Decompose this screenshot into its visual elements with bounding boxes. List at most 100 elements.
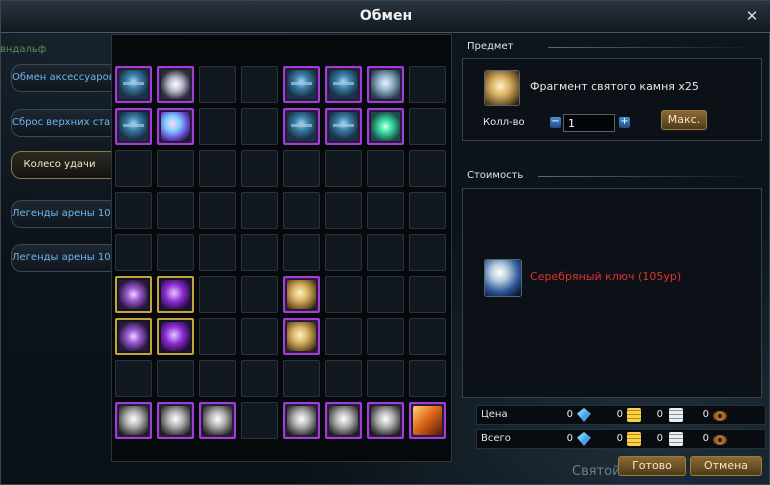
grid-slot[interactable] <box>283 192 320 229</box>
grid-slot[interactable] <box>115 66 152 103</box>
grid-slot[interactable] <box>199 318 236 355</box>
tab-reset-top-stats[interactable]: Сброс верхних статов <box>11 109 111 137</box>
grid-slot[interactable] <box>241 150 278 187</box>
holy-stone-fragment-icon <box>287 280 316 309</box>
grid-slot[interactable] <box>409 276 446 313</box>
holy-stone-fragment-icon[interactable] <box>484 70 520 106</box>
grid-slot[interactable] <box>115 360 152 397</box>
grid-slot[interactable] <box>283 66 320 103</box>
background-player-name: вндальф <box>0 44 47 55</box>
grid-slot[interactable] <box>157 150 194 187</box>
copper-coin-icon <box>713 411 727 421</box>
grid-slot[interactable] <box>241 360 278 397</box>
tab-arena-legends-100[interactable]: Легенды арены 100ур <box>11 200 111 228</box>
grid-slot[interactable] <box>115 402 152 439</box>
grid-slot[interactable] <box>199 192 236 229</box>
cancel-button[interactable]: Отмена <box>690 456 762 476</box>
grid-slot[interactable] <box>367 318 404 355</box>
grid-slot[interactable] <box>241 192 278 229</box>
max-quantity-button[interactable]: Макс. <box>661 110 707 130</box>
grid-slot[interactable] <box>157 66 194 103</box>
grid-slot[interactable] <box>283 108 320 145</box>
grid-slot[interactable] <box>325 66 362 103</box>
grid-slot[interactable] <box>199 234 236 271</box>
grid-slot[interactable] <box>409 108 446 145</box>
grid-slot[interactable] <box>367 402 404 439</box>
grid-slot[interactable] <box>157 276 194 313</box>
done-button[interactable]: Готово <box>618 456 686 476</box>
grid-slot[interactable] <box>283 360 320 397</box>
grid-slot[interactable] <box>325 360 362 397</box>
grid-slot[interactable] <box>283 276 320 313</box>
price-copper-value: 0 <box>702 409 709 420</box>
grid-slot[interactable] <box>325 318 362 355</box>
grid-slot[interactable] <box>241 318 278 355</box>
grid-slot[interactable] <box>115 192 152 229</box>
grid-slot[interactable] <box>157 192 194 229</box>
grid-slot[interactable] <box>115 234 152 271</box>
grid-slot[interactable] <box>367 360 404 397</box>
grid-slot[interactable] <box>283 234 320 271</box>
tab-accessory-exchange[interactable]: Обмен аксессуаров <box>11 64 111 92</box>
grid-slot[interactable] <box>367 192 404 229</box>
tab-wheel-of-fortune[interactable]: Колесо удачи <box>11 151 111 179</box>
grid-slot[interactable] <box>367 108 404 145</box>
grid-slot[interactable] <box>283 318 320 355</box>
grid-slot[interactable] <box>115 108 152 145</box>
total-label: Всего <box>481 433 511 444</box>
grid-slot[interactable] <box>409 66 446 103</box>
grid-slot[interactable] <box>157 108 194 145</box>
seal-icon <box>119 322 148 351</box>
grid-slot[interactable] <box>409 234 446 271</box>
grid-slot[interactable] <box>157 360 194 397</box>
tab-label: Обмен аксессуаров <box>12 72 111 83</box>
grid-slot[interactable] <box>409 402 446 439</box>
grid-slot[interactable] <box>157 234 194 271</box>
grid-slot[interactable] <box>325 276 362 313</box>
grid-slot[interactable] <box>241 108 278 145</box>
grid-slot[interactable] <box>199 360 236 397</box>
grid-slot[interactable] <box>367 150 404 187</box>
grid-slot[interactable] <box>367 234 404 271</box>
grid-slot[interactable] <box>241 276 278 313</box>
quantity-minus-button[interactable]: − <box>550 117 561 128</box>
diamond-icon <box>577 432 591 446</box>
grid-slot[interactable] <box>325 234 362 271</box>
grid-slot[interactable] <box>367 66 404 103</box>
purple-orb-icon <box>161 280 190 309</box>
grid-slot[interactable] <box>409 192 446 229</box>
title-bar[interactable]: Обмен ✕ <box>1 1 770 33</box>
grid-slot[interactable] <box>241 66 278 103</box>
grid-slot[interactable] <box>409 318 446 355</box>
tab-arena-legends-105[interactable]: Легенды арены 105ур <box>11 244 111 272</box>
diamond-icon <box>577 408 591 422</box>
grid-slot[interactable] <box>199 150 236 187</box>
grid-slot[interactable] <box>199 402 236 439</box>
quantity-input[interactable] <box>563 114 615 132</box>
silver-coins-icon <box>669 432 683 446</box>
grid-slot[interactable] <box>325 150 362 187</box>
grid-slot[interactable] <box>157 318 194 355</box>
close-icon[interactable]: ✕ <box>743 7 761 25</box>
grid-slot[interactable] <box>409 150 446 187</box>
grid-slot[interactable] <box>325 192 362 229</box>
grid-slot[interactable] <box>157 402 194 439</box>
grid-slot[interactable] <box>283 402 320 439</box>
grid-slot[interactable] <box>241 402 278 439</box>
grid-slot[interactable] <box>325 402 362 439</box>
grid-slot[interactable] <box>115 276 152 313</box>
grid-slot[interactable] <box>115 318 152 355</box>
grid-slot[interactable] <box>409 360 446 397</box>
quantity-plus-button[interactable]: + <box>619 117 630 128</box>
grid-slot[interactable] <box>199 66 236 103</box>
grid-slot[interactable] <box>325 108 362 145</box>
chest-icon <box>287 112 316 141</box>
grid-slot[interactable] <box>199 108 236 145</box>
grid-slot[interactable] <box>115 150 152 187</box>
grid-slot[interactable] <box>199 276 236 313</box>
silver-key-icon[interactable] <box>484 259 522 297</box>
grid-slot[interactable] <box>367 276 404 313</box>
grid-slot[interactable] <box>283 150 320 187</box>
chest-icon <box>329 70 358 99</box>
grid-slot[interactable] <box>241 234 278 271</box>
